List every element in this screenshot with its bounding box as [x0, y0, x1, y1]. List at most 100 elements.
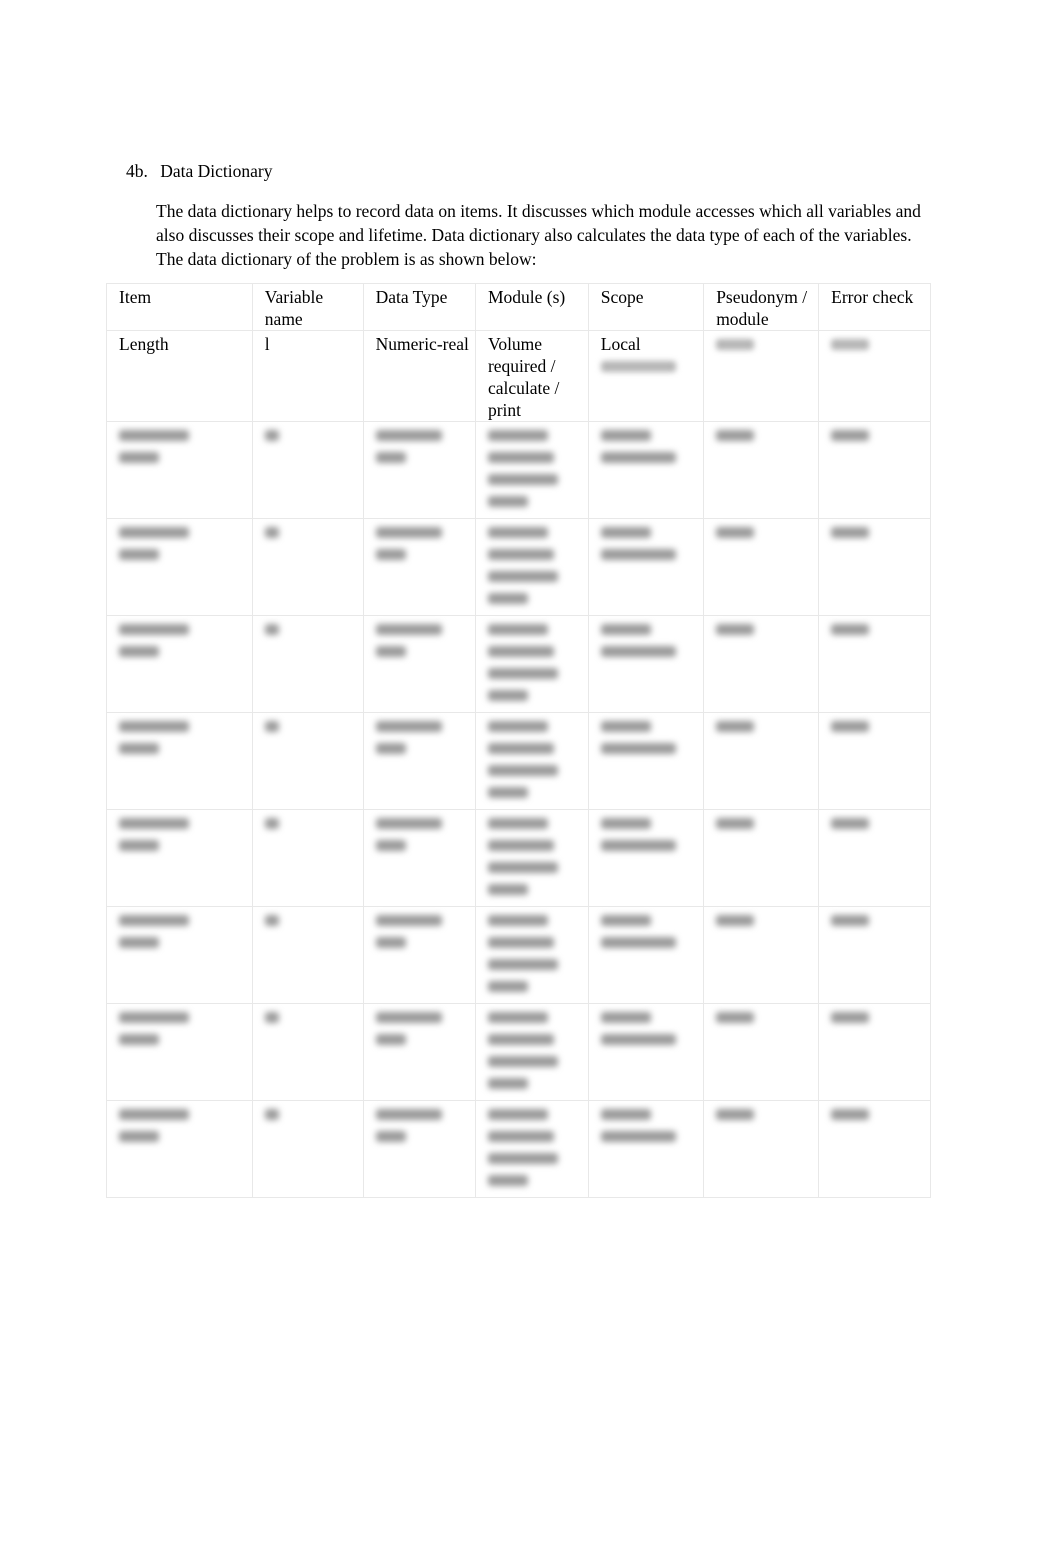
blurred-text	[375, 1109, 442, 1120]
blurred-text	[487, 862, 558, 873]
blurred-cell	[587, 906, 705, 1004]
blurred-cell	[703, 906, 820, 1004]
blurred-cell	[587, 712, 705, 810]
blurred-text	[487, 593, 528, 604]
blurred-text	[600, 1034, 676, 1045]
header-pseudonym-module: Pseudonym / module	[703, 283, 820, 331]
blurred-text	[487, 430, 548, 441]
blurred-cell	[818, 712, 931, 810]
header-data-type: Data Type	[362, 283, 476, 331]
blurred-text	[375, 1131, 406, 1142]
blurred-cell	[362, 1003, 476, 1101]
cell-error-check	[818, 330, 931, 422]
blurred-text	[119, 624, 189, 635]
cell-pseudonym	[703, 330, 820, 422]
blurred-text	[600, 743, 676, 754]
blurred-text	[119, 430, 189, 441]
blurred-text	[600, 721, 651, 732]
blurred-table-row	[106, 518, 931, 616]
blurred-text	[264, 624, 279, 635]
blurred-table-row	[106, 1003, 931, 1101]
blurred-text	[487, 1034, 554, 1045]
table-row: Length l Numeric-real Volume required / …	[106, 330, 931, 422]
blurred-cell	[106, 712, 253, 810]
blurred-cell	[106, 615, 253, 713]
cell-scope-text: Local	[600, 334, 641, 354]
blurred-text	[119, 1012, 189, 1023]
blurred-cell	[362, 906, 476, 1004]
blurred-text	[375, 743, 406, 754]
blurred-cell	[362, 615, 476, 713]
blurred-text	[487, 549, 554, 560]
blurred-cell	[474, 1100, 589, 1198]
blurred-text	[600, 527, 651, 538]
blurred-text	[600, 430, 651, 441]
blurred-text	[119, 721, 189, 732]
blurred-text	[119, 743, 159, 754]
blurred-table-row	[106, 615, 931, 713]
blurred-cell	[818, 615, 931, 713]
blurred-text	[600, 1012, 651, 1023]
blurred-text	[600, 1109, 651, 1120]
blurred-text	[831, 721, 870, 732]
blurred-table-row	[106, 906, 931, 1004]
blurred-text	[716, 339, 812, 350]
blurred-text	[487, 915, 548, 926]
section-heading: 4b. Data Dictionary	[126, 161, 273, 182]
blurred-cell	[106, 421, 253, 519]
blurred-cell	[587, 1100, 705, 1198]
blurred-text	[264, 527, 279, 538]
blurred-text	[487, 1153, 558, 1164]
blurred-cell	[474, 906, 589, 1004]
blurred-text	[375, 915, 442, 926]
header-modules: Module (s)	[474, 283, 589, 331]
blurred-cell	[106, 1100, 253, 1198]
blurred-cell	[703, 421, 820, 519]
blurred-cell	[703, 712, 820, 810]
data-dictionary-table: Item Variable name Data Type Module (s) …	[106, 283, 931, 1198]
blurred-text	[119, 549, 159, 560]
cell-module: Volume required / calculate / print	[474, 330, 589, 422]
blurred-cell	[703, 1003, 820, 1101]
blurred-text	[716, 818, 755, 829]
blurred-text	[716, 430, 755, 441]
blurred-text	[375, 624, 442, 635]
blurred-cell	[703, 518, 820, 616]
blurred-cell	[474, 421, 589, 519]
blurred-text	[716, 915, 755, 926]
header-item: Item	[106, 283, 253, 331]
blurred-text	[487, 818, 548, 829]
blurred-text	[119, 818, 189, 829]
blurred-text	[119, 646, 159, 657]
blurred-text	[119, 1034, 159, 1045]
blurred-text	[487, 840, 554, 851]
blurred-text	[831, 430, 870, 441]
blurred-text	[487, 452, 554, 463]
blurred-text	[119, 452, 159, 463]
blurred-cell	[362, 809, 476, 907]
section-number: 4b.	[126, 161, 148, 181]
blurred-cell	[362, 421, 476, 519]
blurred-text	[264, 430, 279, 441]
blurred-cell	[474, 615, 589, 713]
blurred-text	[487, 690, 528, 701]
header-variable-name: Variable name	[251, 283, 364, 331]
blurred-cell	[474, 809, 589, 907]
blurred-text	[487, 624, 548, 635]
blurred-cell	[818, 809, 931, 907]
blurred-text	[119, 1131, 159, 1142]
blurred-table-row	[106, 1100, 931, 1198]
blurred-text	[487, 571, 558, 582]
blurred-cell	[474, 1003, 589, 1101]
cell-variable: l	[251, 330, 364, 422]
blurred-text	[119, 1109, 189, 1120]
blurred-text	[600, 915, 651, 926]
blurred-text	[487, 496, 528, 507]
blurred-table-row	[106, 712, 931, 810]
blurred-cell	[703, 615, 820, 713]
blurred-text	[375, 527, 442, 538]
blurred-text	[600, 937, 676, 948]
blurred-cell	[818, 1100, 931, 1198]
blurred-cell	[362, 518, 476, 616]
blurred-text	[716, 527, 755, 538]
